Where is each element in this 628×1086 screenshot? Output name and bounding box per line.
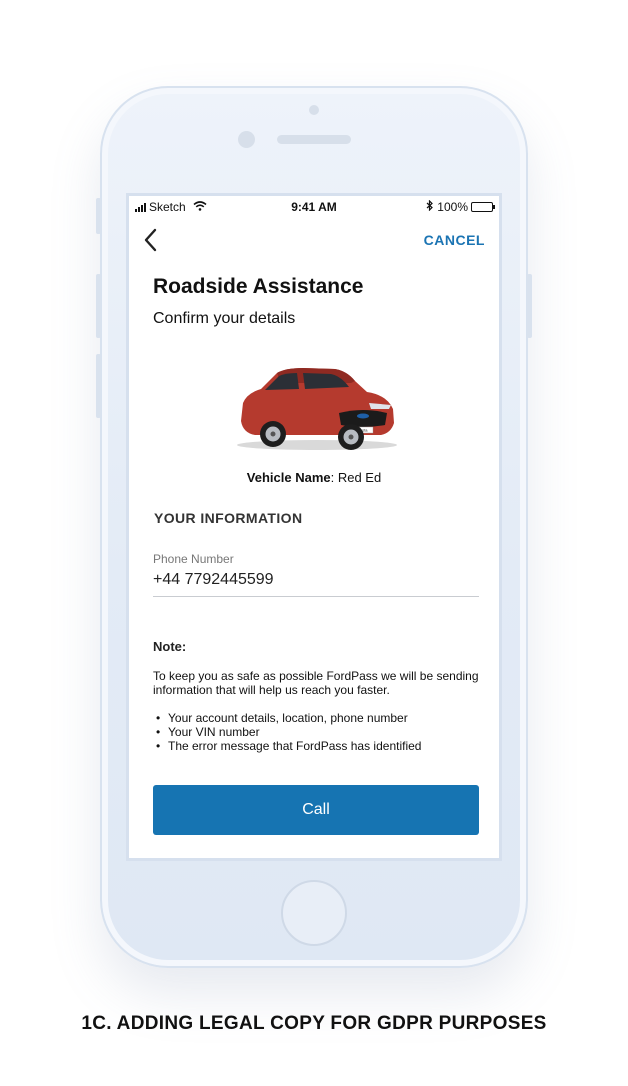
battery-percent: 100% — [437, 200, 468, 214]
note-body: To keep you as safe as possible FordPass… — [153, 669, 479, 697]
earpiece-speaker — [277, 135, 351, 144]
mute-switch — [96, 198, 101, 234]
vehicle-image: Fiesta — [237, 368, 397, 450]
figure-caption: 1C. ADDING LEGAL COPY FOR GDPR PURPOSES — [81, 1013, 547, 1034]
your-information-heading: YOUR INFORMATION — [154, 510, 303, 526]
vehicle-name-label: Vehicle Name — [246, 470, 331, 485]
bluetooth-icon — [426, 199, 434, 214]
power-button — [527, 274, 532, 338]
page-title: Roadside Assistance — [153, 275, 364, 298]
phone-number-underline — [153, 596, 479, 597]
vehicle-name-line: Vehicle Name: Red Ed — [129, 470, 499, 485]
chevron-left-icon — [144, 228, 157, 252]
back-button[interactable] — [139, 226, 161, 254]
cancel-button[interactable]: CANCEL — [424, 232, 485, 248]
front-camera — [238, 131, 255, 148]
proximity-sensor — [309, 105, 319, 115]
phone-number-label: Phone Number — [153, 552, 234, 566]
volume-up-button — [96, 274, 101, 338]
page-subtitle: Confirm your details — [153, 310, 296, 327]
list-item: The error message that FordPass has iden… — [153, 739, 421, 753]
call-button[interactable]: Call — [153, 785, 479, 835]
vehicle-name-value: : Red Ed — [330, 470, 382, 485]
status-right: 100% — [426, 199, 495, 214]
app-screen: Sketch 9:41 AM 100% CANCEL Roadside Assi… — [126, 193, 502, 861]
home-button[interactable] — [281, 880, 347, 946]
volume-down-button — [96, 354, 101, 418]
list-item: Your account details, location, phone nu… — [153, 711, 421, 725]
note-list: Your account details, location, phone nu… — [153, 711, 421, 753]
note-heading: Note: — [153, 639, 187, 654]
status-bar: Sketch 9:41 AM 100% — [129, 196, 499, 218]
battery-icon — [471, 202, 495, 212]
phone-number-input[interactable] — [153, 571, 473, 589]
list-item: Your VIN number — [153, 725, 421, 739]
